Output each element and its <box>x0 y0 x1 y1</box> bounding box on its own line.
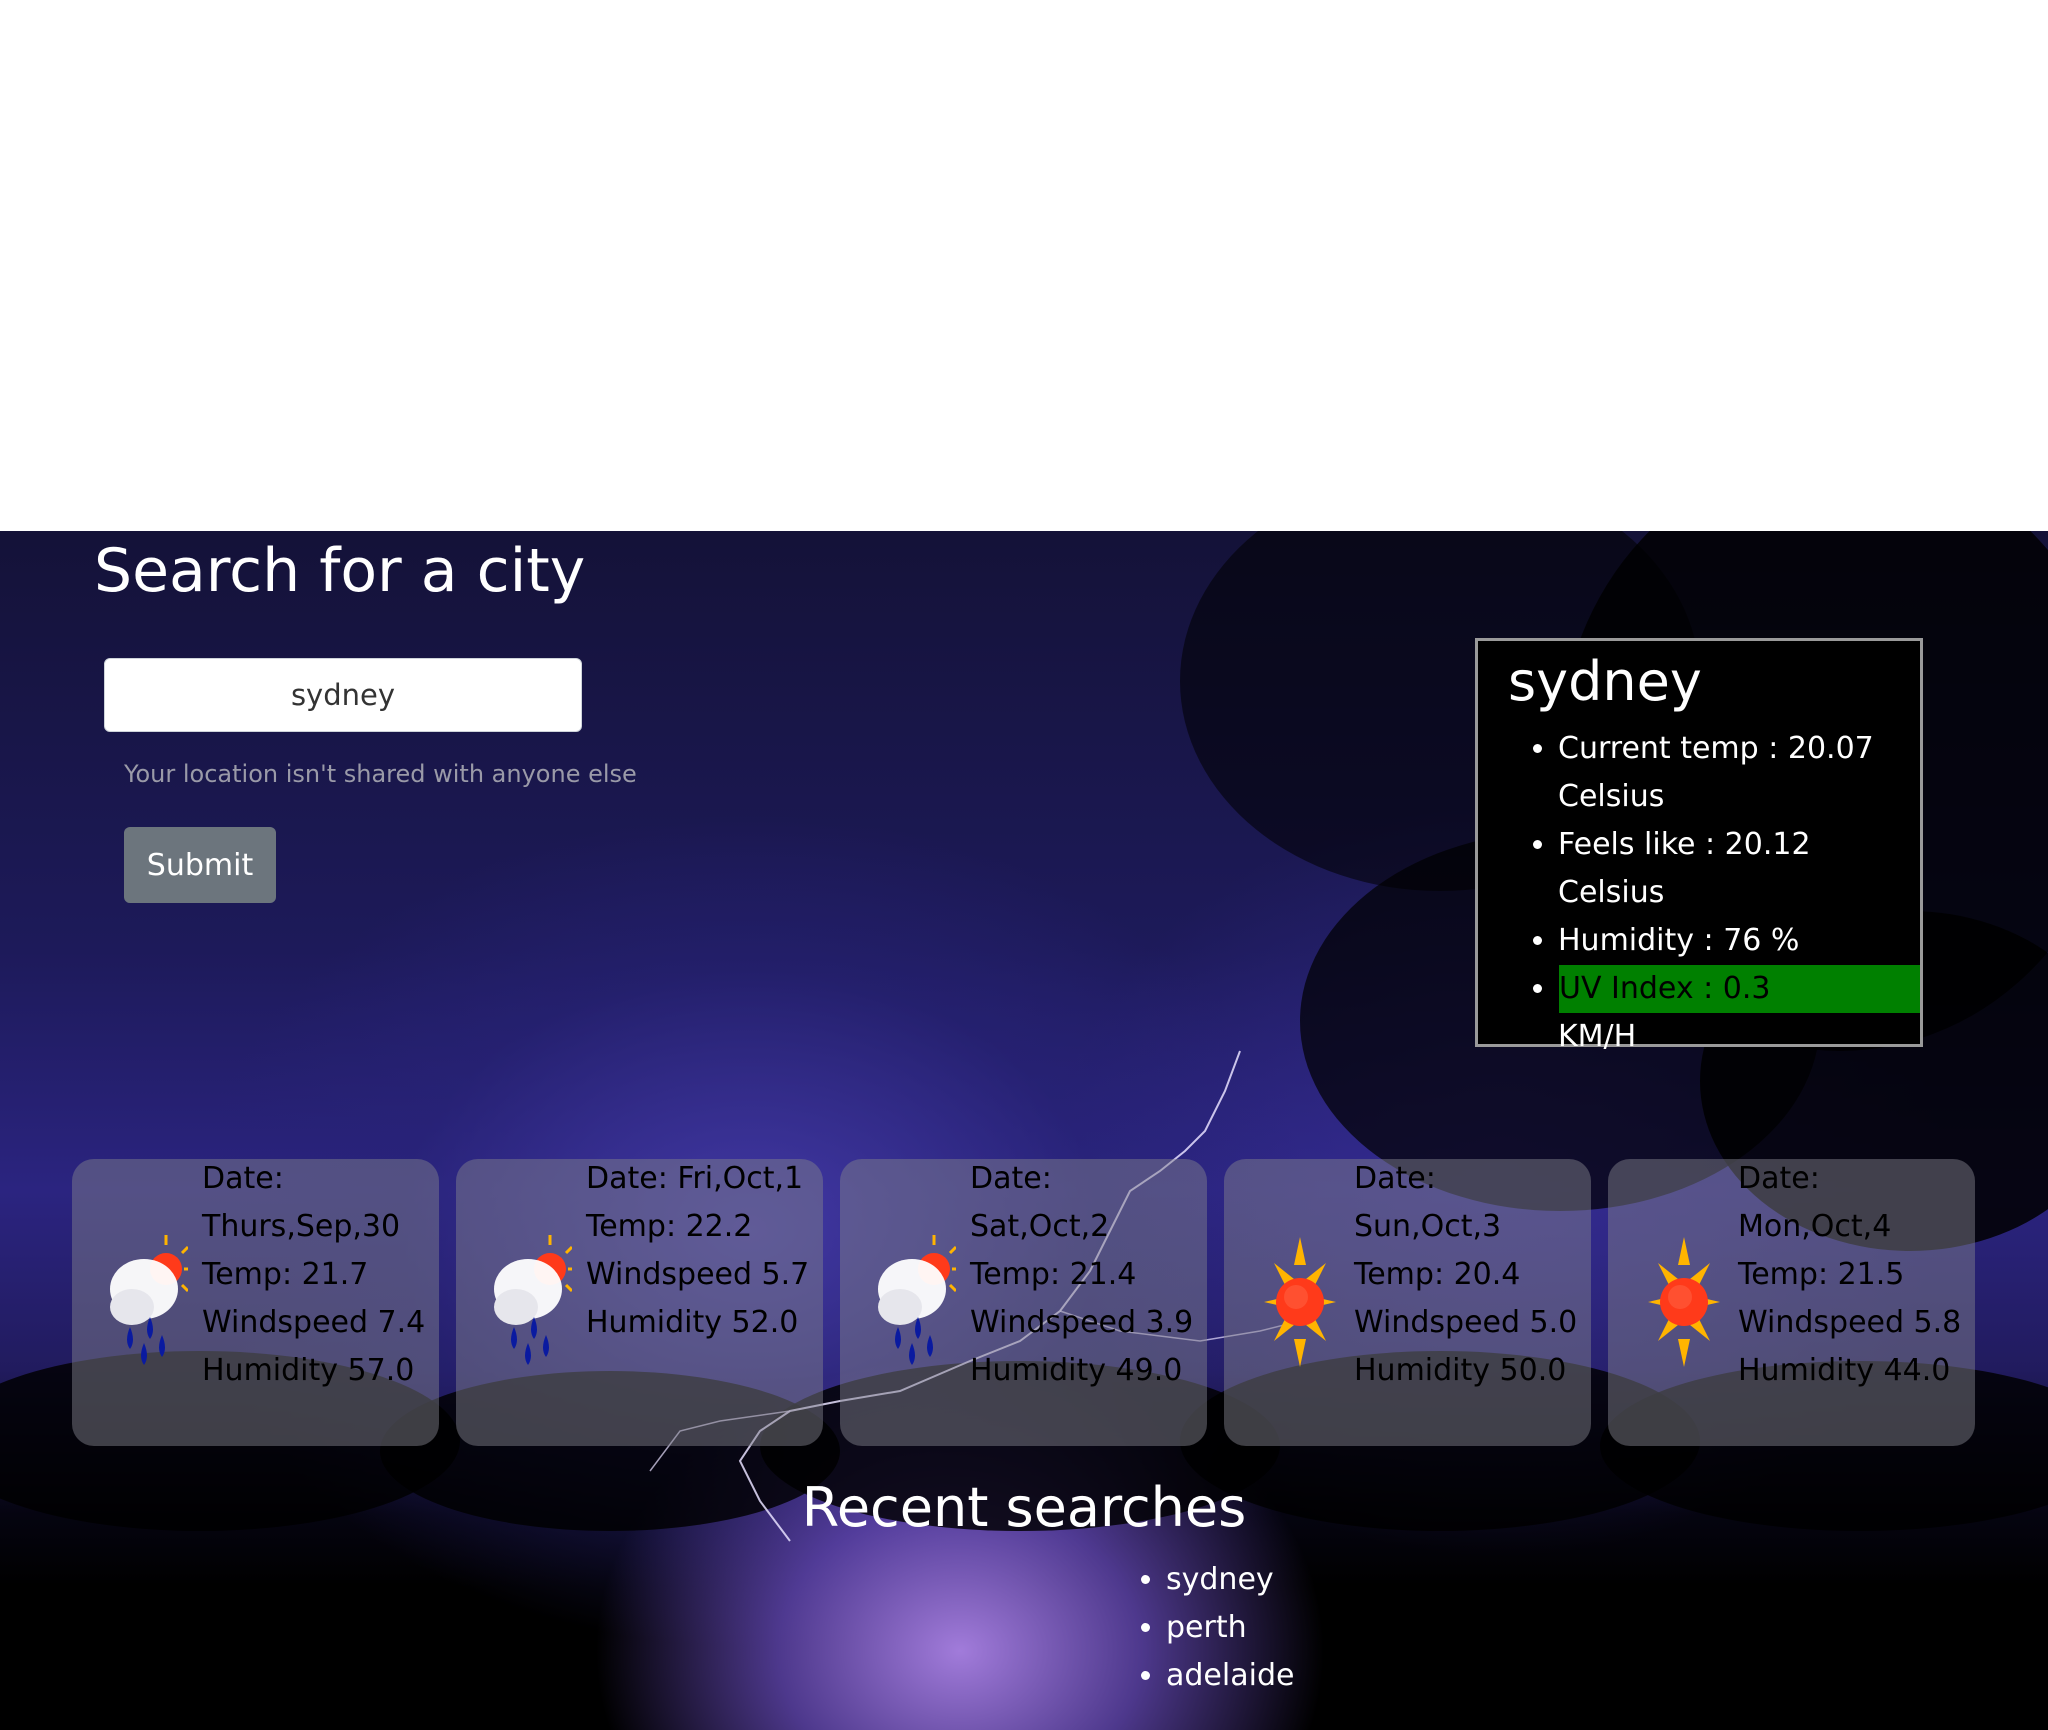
uv-index-badge: UV Index : 0.3 <box>1559 965 1920 1013</box>
location-help-text: Your location isn't shared with anyone e… <box>124 760 637 788</box>
recent-search-item[interactable]: perth <box>1166 1604 1294 1652</box>
forecast-text: Date: Fri,Oct,1 Temp: 22.2 Windspeed 5.7… <box>586 1161 810 1340</box>
sun-icon <box>1648 1237 1720 1367</box>
forecast-card: Date: Thurs,Sep,30 Temp: 21.7 Windspeed … <box>72 1159 439 1446</box>
current-temp-item: Current temp : 20.07 Celsius <box>1558 725 1898 821</box>
recent-search-item[interactable]: adelaide <box>1166 1652 1294 1700</box>
forecast-text: Date: Sat,Oct,2 Temp: 21.4 Windspeed 3.9… <box>970 1161 1194 1388</box>
rain-sun-icon <box>878 1235 956 1365</box>
humidity-item: Humidity : 76 % <box>1558 917 1898 965</box>
current-weather-panel: sydney Current temp : 20.07 Celsius Feel… <box>1475 638 1923 1054</box>
rain-sun-icon <box>494 1235 572 1365</box>
forecast-card: Date: Fri,Oct,1 Temp: 22.2 Windspeed 5.7… <box>456 1159 823 1446</box>
forecast-text: Date: Mon,Oct,4 Temp: 21.5 Windspeed 5.8… <box>1738 1161 1962 1388</box>
search-title: Search for a city <box>94 536 586 606</box>
submit-button[interactable]: Submit <box>124 827 276 903</box>
recent-searches-list: sydney perth adelaide <box>1166 1556 1294 1700</box>
page: Search for a city Your location isn't sh… <box>0 0 2048 1730</box>
feels-like-item: Feels like : 20.12 Celsius <box>1558 821 1898 917</box>
rain-sun-icon <box>110 1235 188 1365</box>
city-search-input[interactable] <box>104 658 582 732</box>
sun-icon <box>1264 1237 1336 1367</box>
forecast-text: Date: Thurs,Sep,30 Temp: 21.7 Windspeed … <box>202 1161 426 1388</box>
forecast-card: Date: Mon,Oct,4 Temp: 21.5 Windspeed 5.8… <box>1608 1159 1975 1446</box>
forecast-card: Date: Sun,Oct,3 Temp: 20.4 Windspeed 5.0… <box>1224 1159 1591 1446</box>
recent-search-item[interactable]: sydney <box>1166 1556 1294 1604</box>
forecast-text: Date: Sun,Oct,3 Temp: 20.4 Windspeed 5.0… <box>1354 1161 1578 1388</box>
current-city-name: sydney <box>1508 650 1702 713</box>
recent-searches-title: Recent searches <box>801 1476 1247 1539</box>
forecast-card: Date: Sat,Oct,2 Temp: 21.4 Windspeed 3.9… <box>840 1159 1207 1446</box>
